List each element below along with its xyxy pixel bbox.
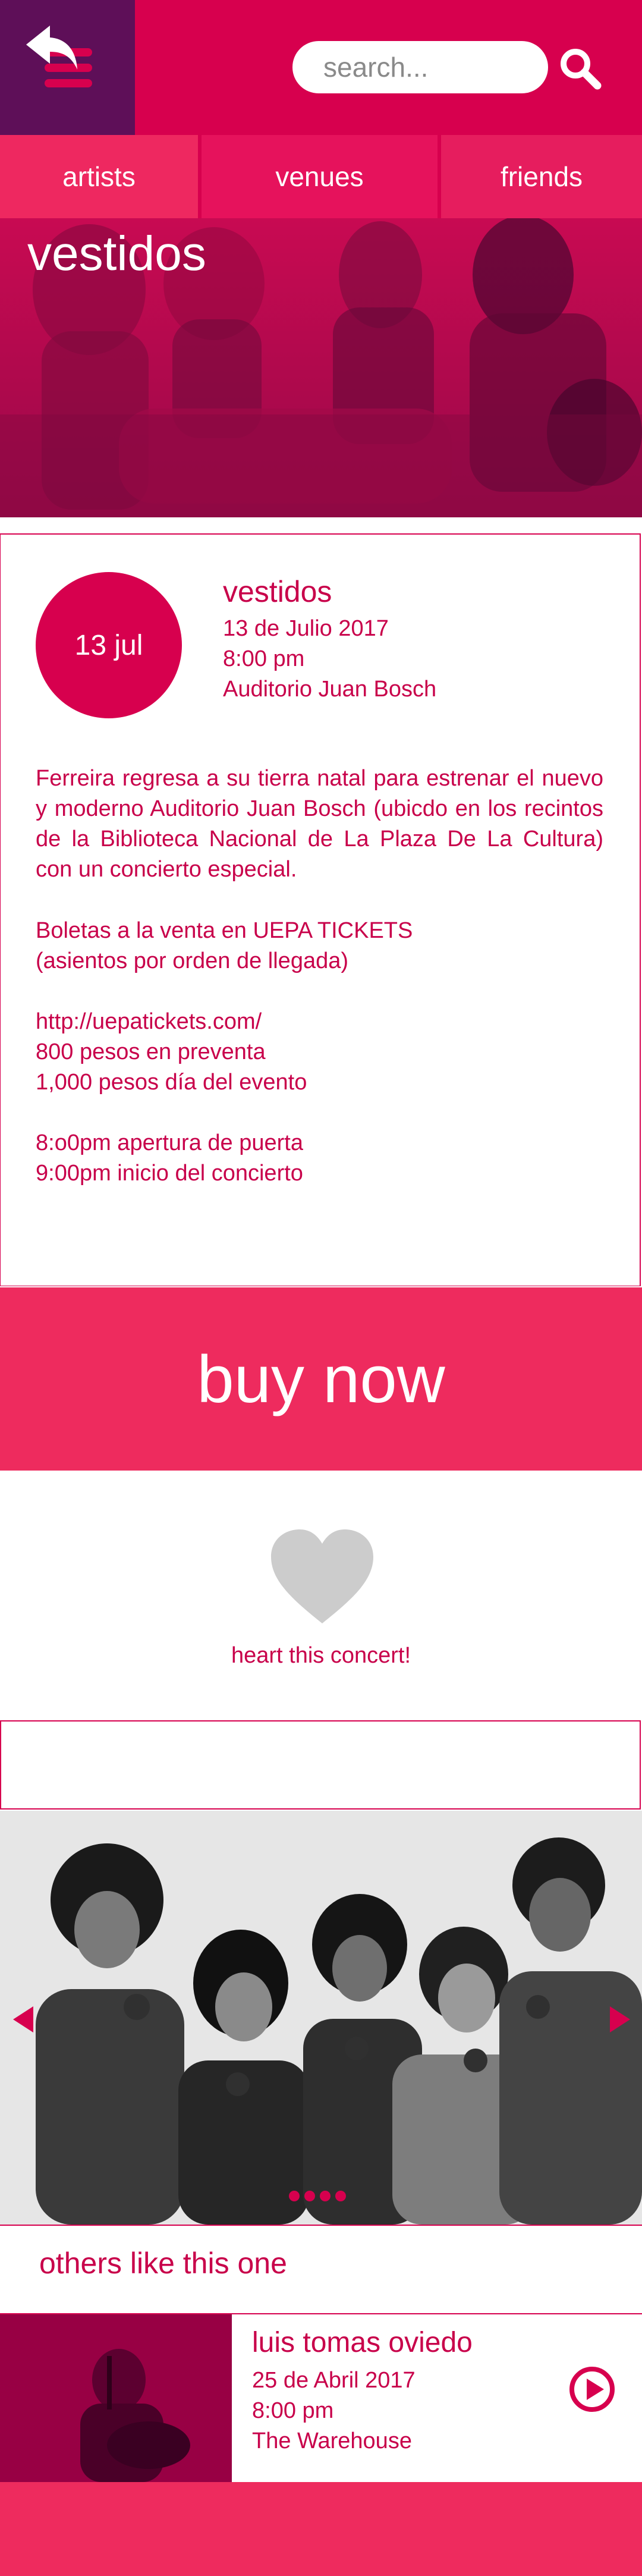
nav-tabs: artists venues friends xyxy=(0,135,642,218)
carousel-dot[interactable] xyxy=(289,2191,300,2201)
divider xyxy=(0,2225,642,2226)
carousel-dot[interactable] xyxy=(304,2191,315,2201)
search-box xyxy=(292,41,548,93)
search-input[interactable] xyxy=(322,49,527,85)
ticket-link[interactable]: http://uepatickets.com/ xyxy=(36,1007,262,1037)
show-start-time: 9:00pm inicio del concierto xyxy=(36,1161,303,1186)
footer-bar xyxy=(0,2482,642,2576)
carousel-next-icon[interactable] xyxy=(608,2005,631,2034)
suggested-time: 8:00 pm xyxy=(252,2398,334,2423)
door-price: 1,000 pesos día del evento xyxy=(36,1070,307,1095)
heart-icon[interactable] xyxy=(269,1528,376,1626)
tab-venues[interactable]: venues xyxy=(202,135,438,218)
back-arrow-icon[interactable] xyxy=(21,21,81,74)
seating-info: (asientos por orden de llegada) xyxy=(36,948,349,973)
carousel-dot[interactable] xyxy=(320,2191,331,2201)
suggested-venue: The Warehouse xyxy=(252,2429,412,2454)
hamburger-menu-icon-bar xyxy=(45,79,92,87)
carousel-prev-icon[interactable] xyxy=(12,2005,36,2034)
tab-friends[interactable]: friends xyxy=(441,135,642,218)
presale-price: 800 pesos en preventa xyxy=(36,1039,266,1064)
event-time: 8:00 pm xyxy=(223,646,305,671)
doors-open-time: 8:o0pm apertura de puerta xyxy=(36,1130,303,1155)
buy-now-button[interactable]: buy now xyxy=(0,1287,642,1471)
suggested-artist-name[interactable]: luis tomas oviedo xyxy=(252,2326,473,2359)
event-date: 13 de Julio 2017 xyxy=(223,616,389,641)
event-venue: Auditorio Juan Bosch xyxy=(223,677,437,702)
event-description: Ferreira regresa a su tierra natal para … xyxy=(36,766,603,882)
section-title: others like this one xyxy=(39,2247,287,2280)
suggested-artist-thumbnail[interactable] xyxy=(0,2314,232,2482)
event-title: vestidos xyxy=(223,575,332,608)
heart-label: heart this concert! xyxy=(231,1643,411,1668)
search-icon[interactable] xyxy=(556,44,603,92)
carousel-dots xyxy=(289,2191,354,2203)
tickets-info: Boletas a la venta en UEPA TICKETS xyxy=(36,918,413,943)
tab-artists[interactable]: artists xyxy=(0,135,198,218)
band-photo xyxy=(0,1811,642,2225)
carousel-dot[interactable] xyxy=(335,2191,346,2201)
date-badge: 13 jul xyxy=(36,572,182,718)
suggested-date: 25 de Abril 2017 xyxy=(252,2368,416,2393)
artist-photo xyxy=(0,2314,232,2482)
empty-panel xyxy=(0,1720,641,1810)
play-icon[interactable] xyxy=(568,2365,616,2413)
band-photo-carousel xyxy=(0,1811,642,2225)
hero-title: vestidos xyxy=(27,227,206,281)
